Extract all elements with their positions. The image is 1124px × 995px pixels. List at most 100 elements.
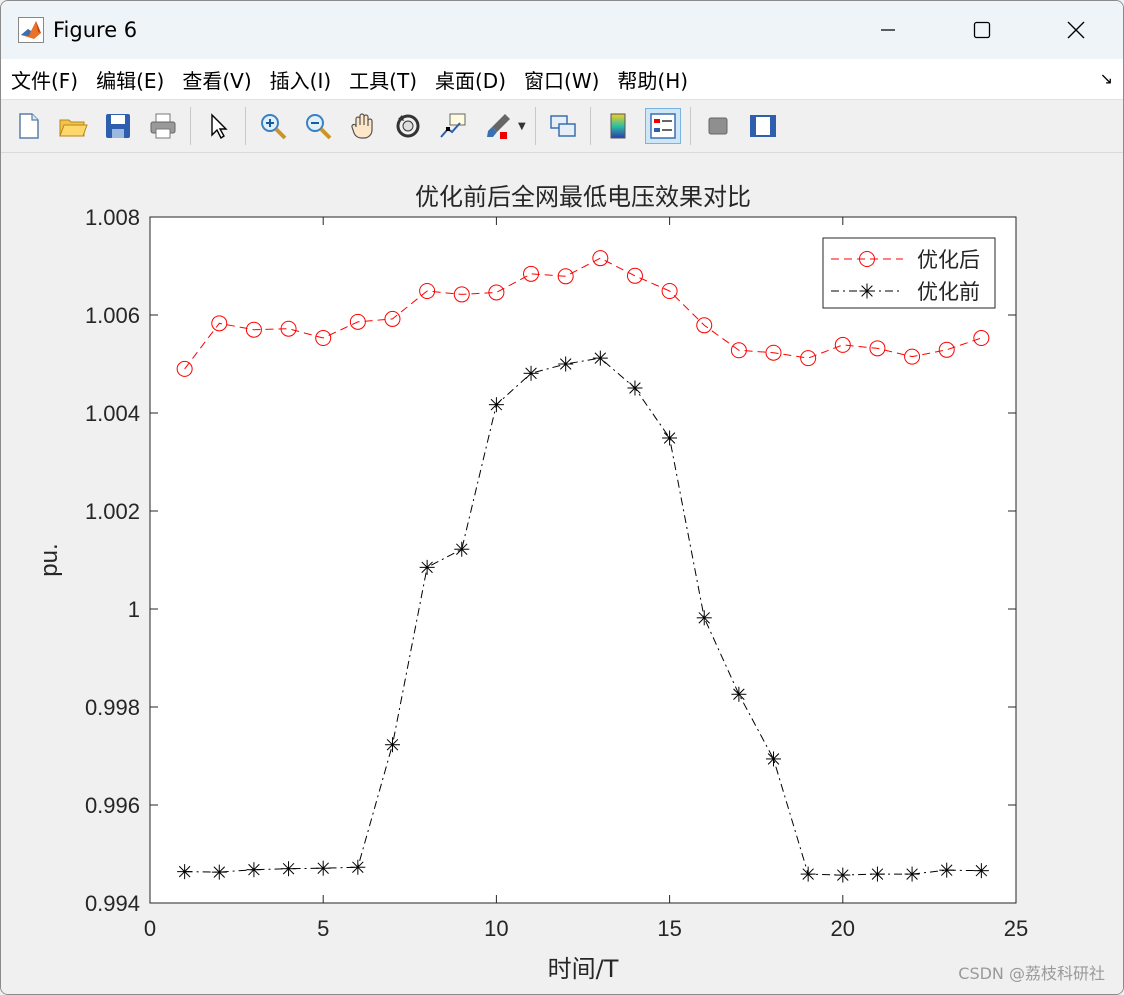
data-point	[211, 864, 227, 880]
figure-toolbar: ▼	[1, 100, 1123, 153]
matlab-logo-icon	[17, 16, 45, 44]
menu-view[interactable]: 查看(V)	[174, 65, 259, 94]
colorbar-icon	[610, 113, 626, 139]
y-tick-label: 1.002	[85, 499, 140, 524]
show-plot-tools-icon	[749, 115, 776, 137]
close-button[interactable]	[1029, 1, 1123, 59]
brush-icon	[487, 114, 510, 139]
menu-file[interactable]: 文件(F)	[3, 65, 86, 94]
x-tick-label: 20	[831, 916, 855, 941]
show-plot-tools-button[interactable]	[745, 108, 781, 144]
menu-desktop[interactable]: 桌面(D)	[427, 65, 514, 94]
window-title: Figure 6	[53, 18, 138, 42]
menu-help[interactable]: 帮助(H)	[609, 65, 696, 94]
data-point	[835, 867, 851, 883]
menu-insert[interactable]: 插入(I)	[262, 65, 340, 94]
data-point	[454, 541, 470, 557]
legend-button[interactable]	[644, 108, 681, 144]
x-axis-label: 时间/T	[548, 955, 619, 983]
y-axis-label: pu.	[36, 543, 63, 576]
zoom-out-icon	[306, 114, 332, 140]
new-figure-icon	[19, 113, 39, 139]
data-point	[177, 864, 193, 880]
line-chart: 0 5 10 15 20 25 0.994 0.996 0.998 1 1.002 1.004 1.00…	[36, 183, 1028, 983]
close-icon	[1067, 21, 1085, 39]
hide-plot-tools-button[interactable]	[700, 108, 736, 144]
y-tick-label: 0.998	[85, 695, 140, 720]
pointer-icon	[211, 113, 228, 140]
zoom-in-icon	[261, 114, 287, 140]
minimize-icon	[881, 29, 895, 31]
x-tick-label: 15	[657, 916, 681, 941]
data-point	[246, 862, 262, 878]
x-tick-label: 0	[144, 916, 156, 941]
legend-icon	[649, 113, 676, 139]
zoom-in-button[interactable]	[255, 108, 291, 144]
y-tick-label: 1	[128, 597, 140, 622]
toolbar-separator	[190, 107, 191, 145]
open-file-icon	[59, 119, 88, 137]
x-tick-label: 5	[317, 916, 329, 941]
data-point	[281, 861, 297, 877]
menu-edit[interactable]: 编辑(E)	[88, 65, 172, 94]
pan-hand-icon	[351, 113, 373, 139]
data-point	[696, 610, 712, 626]
data-cursor-button[interactable]	[435, 108, 471, 144]
print-icon	[150, 113, 176, 139]
y-tick-label: 0.996	[85, 793, 140, 818]
data-point	[315, 860, 331, 876]
menu-overflow-icon[interactable]: ↘	[1100, 69, 1113, 88]
print-button[interactable]	[145, 108, 181, 144]
hide-plot-tools-icon	[708, 117, 728, 135]
y-tick-label: 1.008	[85, 205, 140, 230]
y-tick-label: 1.006	[85, 303, 140, 328]
legend-label: 优化后	[917, 248, 980, 272]
data-point	[523, 365, 539, 381]
save-icon	[106, 114, 130, 138]
menu-tools[interactable]: 工具(T)	[341, 65, 425, 94]
toolbar-separator	[245, 107, 246, 145]
new-figure-button[interactable]	[10, 108, 46, 144]
plot-box	[149, 216, 1017, 904]
maximize-icon	[973, 21, 991, 39]
data-point	[731, 686, 747, 702]
data-point	[627, 380, 643, 396]
link-plot-icon	[549, 115, 576, 137]
x-tick-label: 25	[1004, 916, 1028, 941]
data-point	[869, 866, 885, 882]
toolbar-separator	[689, 107, 691, 145]
data-point	[350, 859, 366, 875]
minimize-button[interactable]	[841, 1, 935, 59]
data-point	[592, 350, 608, 366]
maximize-button[interactable]	[935, 1, 1029, 59]
x-tick-label: 10	[484, 916, 508, 941]
data-point	[384, 737, 400, 753]
y-tick-label: 1.004	[85, 401, 140, 426]
data-cursor-icon	[440, 113, 466, 138]
link-plot-button[interactable]	[545, 108, 581, 144]
data-point	[662, 430, 678, 446]
figure-canvas[interactable]: 0 5 10 15 20 25 0.994 0.996 0.998 1 1.002 1.004 1.00…	[1, 153, 1123, 994]
pointer-button[interactable]	[200, 108, 236, 144]
title-bar[interactable]: Figure 6	[1, 1, 1123, 59]
legend-label: 优化前	[917, 280, 980, 304]
menu-bar: 文件(F) 编辑(E) 查看(V) 插入(I) 工具(T) 桌面(D) 窗口(W…	[1, 59, 1123, 100]
open-file-button[interactable]	[55, 108, 91, 144]
brush-dropdown-icon[interactable]: ▼	[518, 121, 526, 132]
data-point	[800, 866, 816, 882]
watermark-text: CSDN @荔枝科研社	[958, 964, 1105, 983]
menu-window[interactable]: 窗口(W)	[516, 65, 607, 94]
colorbar-button[interactable]	[600, 108, 636, 144]
data-point	[766, 751, 782, 767]
chart-title: 优化前后全网最低电压效果对比	[415, 183, 751, 211]
data-point	[973, 863, 989, 879]
data-point	[488, 397, 504, 413]
rotate-3d-button[interactable]	[390, 108, 426, 144]
rotate-3d-icon	[396, 114, 420, 138]
toolbar-separator	[589, 107, 591, 145]
pan-button[interactable]	[345, 108, 381, 144]
save-button[interactable]	[100, 108, 136, 144]
brush-button[interactable]	[480, 108, 516, 144]
zoom-out-button[interactable]	[300, 108, 336, 144]
data-point	[939, 862, 955, 878]
